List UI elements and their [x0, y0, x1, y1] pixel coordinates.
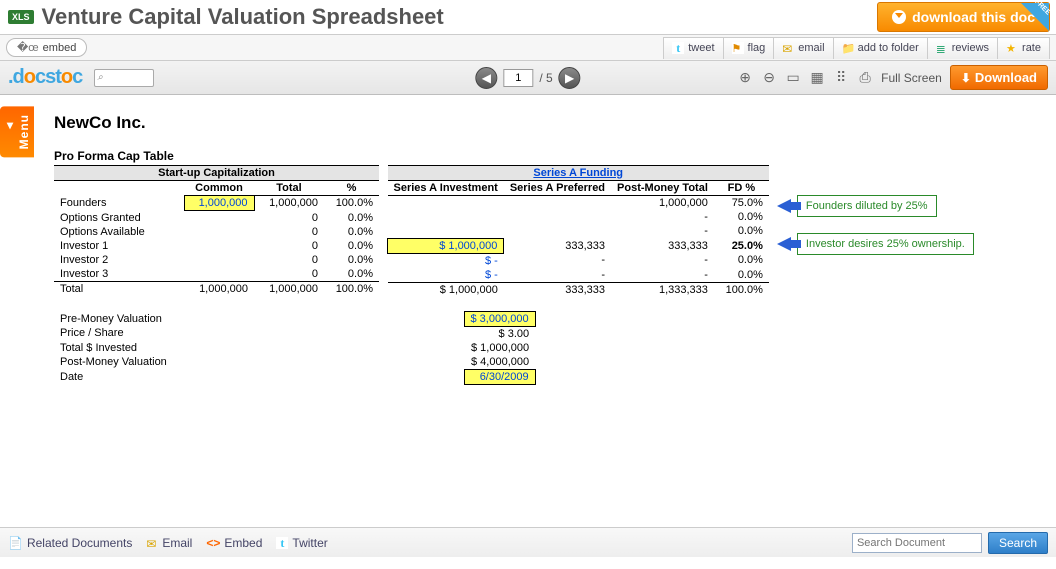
reviews-label: reviews: [952, 42, 989, 54]
xls-badge: XLS: [8, 10, 34, 24]
row-investor1: Investor 100.0%: [54, 239, 379, 253]
section-startup-header: Start-up Capitalization: [54, 166, 379, 181]
email-label: email: [798, 42, 824, 54]
action-strip: �œ embed ttweet flag email add to folder…: [0, 35, 1056, 61]
link-icon: �œ: [17, 41, 39, 54]
search-button[interactable]: Search: [988, 532, 1048, 554]
row-total: Total1,000,0001,000,000100.0%: [54, 281, 379, 296]
col-postmoney: Post-Money Total: [611, 181, 714, 196]
related-label: Related Documents: [27, 536, 132, 550]
mail-icon: [782, 42, 794, 54]
viewer-toolbar: .docstoc ⌕ ◀ / 5 ▶ ⊕ ⊖ ▭ ▦ ⠿ ⎙ Full Scre…: [0, 61, 1056, 95]
rate-button[interactable]: rate: [997, 37, 1050, 59]
flag-label: flag: [748, 42, 766, 54]
fullscreen-button[interactable]: Full Screen: [881, 71, 942, 85]
note-founders-diluted: Founders diluted by 25%: [797, 195, 937, 217]
reviews-button[interactable]: reviews: [927, 37, 998, 59]
thumbnails-icon[interactable]: ⠿: [833, 70, 849, 86]
valuation-table: Pre-Money Valuation$ 3,000,000 Price / S…: [54, 311, 536, 385]
viewer-search-slim[interactable]: ⌕: [94, 69, 154, 87]
prev-page-button[interactable]: ◀: [475, 67, 497, 89]
twitter-icon: t: [672, 42, 684, 54]
page-number-input[interactable]: [503, 69, 533, 87]
arrow-left-icon: [777, 199, 791, 213]
document-viewport[interactable]: NewCo Inc. Pro Forma Cap Table Start-up …: [0, 95, 1056, 527]
page-total: / 5: [539, 71, 552, 85]
col-pct: %: [324, 181, 379, 196]
two-page-icon[interactable]: ▦: [809, 70, 825, 86]
mail-icon: [146, 537, 158, 549]
embed-label-bottom: Embed: [224, 536, 262, 550]
annotation-founders-diluted: Founders diluted by 25%: [777, 195, 937, 217]
reviews-icon: [936, 42, 948, 54]
star-icon: [1006, 42, 1018, 54]
cap-table-subtitle: Pro Forma Cap Table: [54, 149, 1032, 163]
magnifier-slim-icon: ⌕: [97, 72, 103, 83]
embed-button[interactable]: �œ embed: [6, 38, 87, 57]
embed-label: embed: [43, 42, 77, 54]
doc-icon: 📄: [8, 536, 23, 550]
docstoc-logo[interactable]: .docstoc: [8, 66, 82, 89]
series-a-table: Series A Funding Series A Investment Ser…: [387, 165, 769, 297]
col-common: Common: [184, 181, 254, 196]
download-arrow-icon: [892, 10, 906, 24]
download-this-doc-button[interactable]: download this doc FREE: [877, 2, 1050, 32]
document-page: NewCo Inc. Pro Forma Cap Table Start-up …: [54, 113, 1032, 385]
email-label: Email: [162, 536, 192, 550]
row-options-available: Options Available00.0%: [54, 225, 379, 239]
download-this-doc-label: download this doc: [912, 9, 1035, 25]
title-bar: XLS Venture Capital Valuation Spreadshee…: [0, 0, 1056, 35]
twitter-icon: t: [276, 537, 288, 549]
print-icon[interactable]: ⎙: [857, 70, 873, 86]
startup-cap-table: Start-up Capitalization Common Total % F…: [54, 165, 379, 296]
document-title: Venture Capital Valuation Spreadsheet: [42, 4, 444, 30]
next-page-button[interactable]: ▶: [559, 67, 581, 89]
rate-label: rate: [1022, 42, 1041, 54]
flag-button[interactable]: flag: [723, 37, 775, 59]
row-investor2: Investor 200.0%: [54, 253, 379, 267]
folder-icon: [842, 42, 854, 54]
col-fd: FD %: [714, 181, 769, 196]
zoom-out-icon[interactable]: ⊖: [761, 70, 777, 86]
twitter-link[interactable]: t Twitter: [276, 536, 327, 550]
tweet-label: tweet: [688, 42, 714, 54]
search-document-input[interactable]: [852, 533, 982, 553]
download-button[interactable]: Download: [950, 65, 1048, 90]
annotation-investor-desires: Investor desires 25% ownership.: [777, 233, 974, 255]
zoom-in-icon[interactable]: ⊕: [737, 70, 753, 86]
add-folder-label: add to folder: [858, 42, 919, 54]
download-label: Download: [975, 70, 1037, 85]
row-investor3: Investor 300.0%: [54, 267, 379, 282]
arrow-left-icon: [777, 237, 791, 251]
col-seriesa-inv: Series A Investment: [388, 181, 504, 196]
col-total: Total: [254, 181, 324, 196]
row-founders: Founders 1,000,000 1,000,000 100.0%: [54, 196, 379, 211]
col-seriesa-pref: Series A Preferred: [504, 181, 611, 196]
email-link[interactable]: Email: [146, 536, 192, 550]
fit-page-icon[interactable]: ▭: [785, 70, 801, 86]
related-documents-link[interactable]: 📄 Related Documents: [8, 536, 132, 550]
row-options-granted: Options Granted00.0%: [54, 211, 379, 225]
embed-link[interactable]: <> Embed: [206, 536, 262, 550]
tweet-button[interactable]: ttweet: [663, 37, 723, 59]
free-ribbon: FREE: [1021, 3, 1049, 31]
embed-icon: <>: [206, 536, 220, 550]
company-name: NewCo Inc.: [54, 113, 1032, 133]
flag-icon: [732, 42, 744, 54]
email-button[interactable]: email: [773, 37, 833, 59]
section-seriesa-header[interactable]: Series A Funding: [388, 166, 769, 181]
twitter-label: Twitter: [292, 536, 327, 550]
bottom-bar: 📄 Related Documents Email <> Embed t Twitte…: [0, 527, 1056, 557]
pager: ◀ / 5 ▶: [475, 67, 580, 89]
menu-side-tab[interactable]: Menu: [0, 106, 34, 157]
add-to-folder-button[interactable]: add to folder: [833, 37, 928, 59]
note-investor-desires: Investor desires 25% ownership.: [797, 233, 974, 255]
